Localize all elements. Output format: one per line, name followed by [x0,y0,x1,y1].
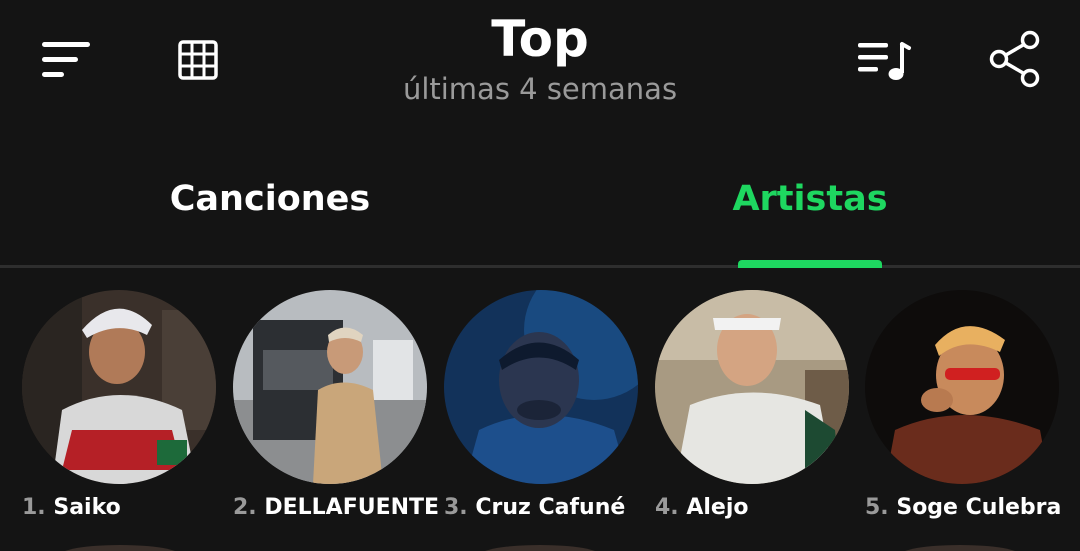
next-row-avatar [900,545,1020,551]
artist-name: Soge Culebra [896,495,1062,520]
artist-name: DELLAFUENTE [264,495,440,520]
playlist-icon[interactable] [856,40,912,82]
artist-label: 3. Cruz Cafuné [444,494,625,522]
next-row-avatar [60,545,180,551]
time-range-subtitle[interactable]: últimas 4 semanas [340,72,740,106]
artist-rank: 2. [233,495,257,520]
tab-artistas[interactable]: Artistas [540,176,1080,222]
grid-icon[interactable] [178,40,218,80]
artist-name: Alejo [686,495,749,520]
artist-avatar [865,290,1059,484]
artist-label: 2. DELLAFUENTE [233,494,439,522]
next-row-avatar [480,545,600,551]
tab-canciones[interactable]: Canciones [0,176,540,222]
artist-name: Cruz Cafuné [475,495,626,520]
app-screen: Top últimas 4 semanas Canciones Artistas [0,0,1080,551]
artist-avatar [22,290,216,484]
page-title: Top [491,10,589,68]
artist-avatar [233,290,427,484]
artist-rank: 4. [655,495,679,520]
header-title-block: Top últimas 4 semanas [340,8,740,106]
tab-divider [0,265,1080,268]
artist-label: 1. Saiko [22,494,121,522]
artist-label: 4. Alejo [655,494,749,522]
artist-name: Saiko [53,495,121,520]
active-tab-indicator [738,260,882,268]
artist-label: 5. Soge Culebra [865,494,1061,522]
tab-bar: Canciones Artistas [0,150,1080,268]
artist-rank: 5. [865,495,889,520]
share-icon[interactable] [988,30,1042,88]
artist-avatar [444,290,638,484]
menu-icon[interactable] [40,40,92,78]
artist-rank: 3. [444,495,468,520]
artist-rank: 1. [22,495,46,520]
artist-avatar [655,290,849,484]
